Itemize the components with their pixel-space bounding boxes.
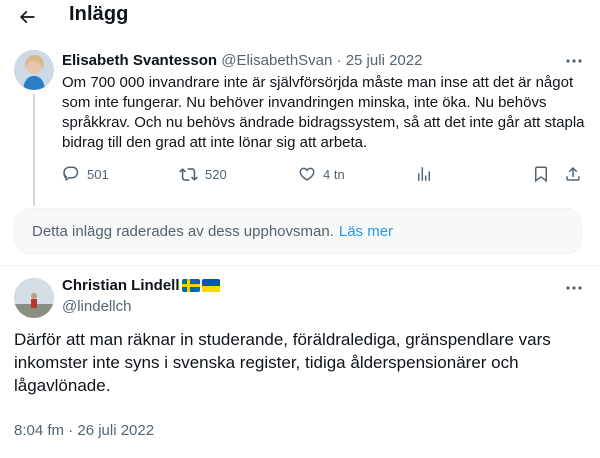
author-name-row: Christian Lindell — [62, 277, 220, 294]
focused-post: Christian Lindell @lindellch Därför att … — [0, 266, 600, 458]
author-name[interactable]: Elisabeth Svantesson — [62, 52, 217, 69]
parent-post[interactable]: Elisabeth Svantesson @ElisabethSvan · 25… — [0, 36, 600, 206]
read-more-link[interactable]: Läs mer — [339, 223, 393, 240]
share-button[interactable] — [564, 161, 582, 187]
bookmark-button[interactable] — [532, 161, 550, 187]
more-dots-icon — [566, 59, 582, 63]
post-timestamp[interactable]: 8:04 fm · 26 juli 2022 — [14, 422, 154, 439]
post-text: Därför att man räknar in studerande, för… — [14, 330, 551, 395]
reply-button[interactable]: 501 — [62, 161, 109, 187]
reply-icon — [63, 166, 79, 182]
action-bar: 501 520 4 tn — [62, 161, 590, 187]
bookmark-icon — [535, 166, 547, 183]
post-header: Elisabeth Svantesson @ElisabethSvan · 25… — [62, 52, 422, 69]
reply-count: 501 — [87, 166, 109, 182]
author-handle[interactable]: @lindellch — [62, 298, 131, 315]
post-date[interactable]: 25 juli 2022 — [346, 52, 423, 69]
like-count: 4 tn — [323, 166, 345, 182]
arrow-left-icon — [19, 10, 35, 24]
avatar-image — [14, 50, 54, 90]
repost-button[interactable]: 520 — [179, 161, 227, 187]
analytics-icon — [418, 167, 430, 181]
thread-line — [33, 94, 35, 206]
back-button[interactable] — [14, 4, 40, 30]
repost-count: 520 — [205, 166, 227, 182]
share-icon — [566, 166, 580, 181]
more-options-button[interactable] — [562, 52, 586, 70]
page-title: Inlägg — [69, 3, 129, 25]
author-name[interactable]: Christian Lindell — [62, 277, 180, 294]
deleted-post-notice: Detta inlägg raderades av dess upphovsma… — [14, 208, 582, 254]
avatar-image — [14, 278, 54, 318]
sweden-flag-icon — [181, 279, 200, 292]
top-bar: Inlägg — [0, 0, 600, 36]
more-dots-icon — [566, 286, 582, 290]
meta-separator: · — [336, 52, 342, 69]
author-handle[interactable]: @ElisabethSvan — [221, 52, 332, 69]
avatar[interactable] — [14, 50, 54, 90]
post-text: Om 700 000 invandrare inte är självförsö… — [62, 74, 585, 151]
views-button[interactable] — [415, 161, 433, 187]
like-button[interactable]: 4 tn — [298, 161, 345, 187]
repost-icon — [179, 167, 198, 181]
ukraine-flag-icon — [201, 279, 220, 292]
deleted-notice-text: Detta inlägg raderades av dess upphovsma… — [32, 222, 334, 240]
heart-icon — [299, 167, 315, 181]
more-options-button[interactable] — [562, 279, 586, 297]
avatar[interactable] — [14, 278, 54, 318]
